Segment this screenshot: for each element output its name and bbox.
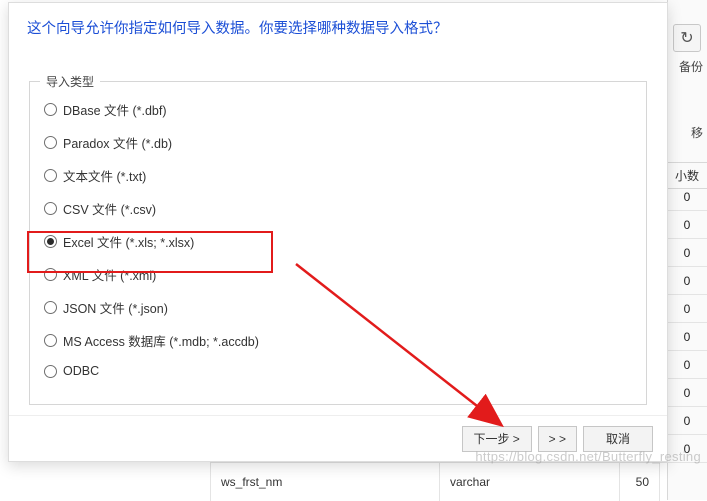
bg-cell: 0: [667, 295, 707, 323]
radio-icon: [44, 136, 57, 149]
import-type-group: 导入类型 DBase 文件 (*.dbf)Paradox 文件 (*.db)文本…: [29, 81, 647, 405]
radio-label: Excel 文件 (*.xls; *.xlsx): [63, 232, 194, 251]
bg-cell: 0: [667, 211, 707, 239]
bg-cell: 0: [667, 407, 707, 435]
radio-option-7[interactable]: MS Access 数据库 (*.mdb; *.accdb): [44, 331, 632, 350]
radio-icon: [44, 235, 57, 248]
radio-option-1[interactable]: Paradox 文件 (*.db): [44, 133, 632, 152]
radio-option-6[interactable]: JSON 文件 (*.json): [44, 298, 632, 317]
radio-icon: [44, 103, 57, 116]
radio-label: Paradox 文件 (*.db): [63, 133, 172, 152]
radio-icon: [44, 334, 57, 347]
bg-bottom-name: ws_frst_nm: [210, 463, 440, 501]
bg-backup-label: 备份: [679, 58, 703, 75]
radio-icon: [44, 301, 57, 314]
radio-option-8[interactable]: ODBC: [44, 364, 632, 378]
import-wizard-dialog: 这个向导允许你指定如何导入数据。你要选择哪种数据导入格式？ 导入类型 DBase…: [8, 2, 668, 462]
radio-label: 文本文件 (*.txt): [63, 166, 146, 185]
radio-icon: [44, 169, 57, 182]
bg-cell: 0: [667, 435, 707, 463]
radio-icon: [44, 365, 57, 378]
radio-label: DBase 文件 (*.dbf): [63, 100, 167, 119]
radio-label: CSV 文件 (*.csv): [63, 199, 156, 218]
bg-bottom-row: ws_frst_nm varchar 50: [210, 462, 707, 500]
radio-icon: [44, 202, 57, 215]
skip-button[interactable]: > >: [538, 426, 577, 452]
bg-move-label: 移: [691, 124, 703, 141]
radio-option-0[interactable]: DBase 文件 (*.dbf): [44, 100, 632, 119]
radio-option-3[interactable]: CSV 文件 (*.csv): [44, 199, 632, 218]
radio-icon: [44, 268, 57, 281]
group-legend: 导入类型: [40, 73, 100, 90]
radio-label: XML 文件 (*.xml): [63, 265, 156, 284]
dialog-title: 这个向导允许你指定如何导入数据。你要选择哪种数据导入格式？: [9, 3, 667, 48]
bg-cells: 0000000000: [667, 183, 707, 463]
radio-option-2[interactable]: 文本文件 (*.txt): [44, 166, 632, 185]
refresh-icon[interactable]: ↻: [673, 24, 701, 52]
dialog-footer: 下一步 > > > 取消: [9, 415, 667, 461]
bg-cell: 0: [667, 183, 707, 211]
bg-cell: 0: [667, 239, 707, 267]
radio-option-5[interactable]: XML 文件 (*.xml): [44, 265, 632, 284]
radio-label: MS Access 数据库 (*.mdb; *.accdb): [63, 331, 259, 350]
bg-cell: 0: [667, 379, 707, 407]
bg-cell: 0: [667, 267, 707, 295]
radio-list: DBase 文件 (*.dbf) Paradox 文件 (*.db) 文本文件 (*…: [30, 82, 646, 396]
bg-bottom-type: varchar: [440, 463, 620, 501]
bg-cell: 0: [667, 351, 707, 379]
bg-cell: 0: [667, 323, 707, 351]
radio-option-4[interactable]: Excel 文件 (*.xls; *.xlsx): [44, 232, 632, 251]
bg-bottom-num: 50: [620, 463, 660, 501]
next-button[interactable]: 下一步 >: [462, 426, 532, 452]
radio-label: JSON 文件 (*.json): [63, 298, 168, 317]
radio-label: ODBC: [63, 364, 99, 378]
cancel-button[interactable]: 取消: [583, 426, 653, 452]
